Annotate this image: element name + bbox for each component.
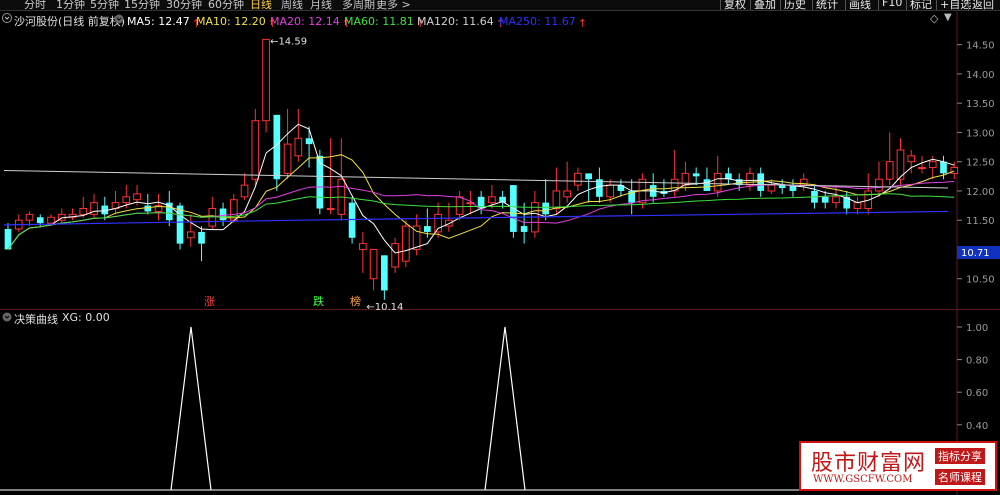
candle-body: [402, 225, 410, 262]
candle-body: [746, 172, 754, 186]
y-tick-label: 11.50: [966, 216, 995, 227]
signal-label-2: 榜: [350, 294, 361, 308]
watermark-panel: 股市财富网 WWW.GSCFW.COM 指标分享 名师课程: [799, 441, 997, 491]
signal-label-0: 涨: [204, 295, 215, 308]
candle-body: [606, 184, 614, 198]
candle-body: [767, 184, 776, 192]
candle-body: [692, 173, 700, 177]
candle-body: [122, 196, 131, 204]
candle-body: [176, 205, 184, 244]
candle-body: [853, 202, 862, 210]
indicator-tick-label: 1.00: [966, 323, 988, 334]
ma-line: [7, 123, 955, 254]
candle-body: [305, 138, 313, 145]
watermark-tag-2: 名师课程: [935, 469, 985, 485]
candle-body: [821, 196, 829, 203]
candle-body: [424, 226, 431, 232]
candle-body: [520, 226, 528, 232]
price-tag-label: 10.71: [961, 248, 990, 259]
candle-body: [885, 161, 894, 180]
candle-body: [219, 208, 227, 221]
watermark-tag-1: 指标分享: [935, 448, 985, 464]
signal-label-1: 跌: [313, 294, 324, 308]
candle-body: [488, 196, 496, 204]
candle-body: [832, 196, 840, 204]
candle-body: [262, 38, 270, 122]
y-tick-label: 14.00: [966, 70, 995, 81]
candle-body: [542, 202, 549, 215]
candle-body: [229, 199, 238, 221]
indicator-tick-label: 0.80: [966, 356, 988, 367]
candle-body: [251, 120, 260, 180]
candle-body: [326, 208, 335, 211]
candle-body: [875, 178, 883, 192]
candle-body: [198, 231, 205, 244]
y-tick-label: 12.50: [966, 158, 995, 169]
candle-body: [240, 184, 249, 198]
candle-body: [907, 155, 916, 163]
candle-body: [574, 172, 582, 186]
indicator-tick-label: 0.60: [966, 388, 988, 399]
y-tick-label: 12.00: [966, 187, 995, 198]
y-tick-label: 13.00: [966, 128, 995, 139]
candle-body: [369, 248, 378, 280]
candle-body: [359, 243, 367, 250]
candle-body: [563, 190, 571, 198]
y-tick-label: 10.50: [966, 275, 995, 286]
candle-body: [348, 202, 356, 238]
indicator-tick-label: 0.40: [966, 421, 988, 432]
candle-body: [79, 208, 88, 215]
candle-body: [940, 161, 947, 174]
candle-body: [294, 137, 303, 157]
candle-body: [918, 167, 926, 170]
kline-chart[interactable]: 14.5014.0013.5013.0012.5012.0011.5011.00…: [0, 0, 1000, 310]
candle-body: [144, 205, 152, 212]
high-label: ←14.59: [270, 36, 307, 47]
candle-body: [36, 217, 44, 224]
candle-body: [283, 143, 292, 174]
low-label: ←10.14: [366, 302, 403, 310]
candle-body: [133, 193, 141, 201]
candle-body: [713, 172, 722, 192]
y-tick-label: 14.50: [966, 41, 995, 52]
candle-body: [585, 173, 592, 180]
candle-body: [434, 213, 442, 233]
candle-body: [381, 255, 388, 291]
candle-body: [928, 161, 937, 169]
candle-body: [778, 185, 786, 189]
watermark-name: 股市财富网: [811, 451, 927, 476]
xg-spike: [170, 326, 212, 491]
candle-body: [47, 216, 55, 224]
candle-body: [186, 231, 195, 239]
candle-body: [552, 190, 561, 210]
y-tick-label: 13.50: [966, 99, 995, 110]
watermark-url: WWW.GSCFW.COM: [813, 474, 913, 485]
candle-body: [25, 213, 34, 221]
candle-body: [950, 167, 959, 174]
candle-body: [703, 179, 711, 191]
candle-body: [391, 243, 399, 268]
candle-body: [455, 196, 464, 215]
xg-spike: [484, 326, 526, 491]
